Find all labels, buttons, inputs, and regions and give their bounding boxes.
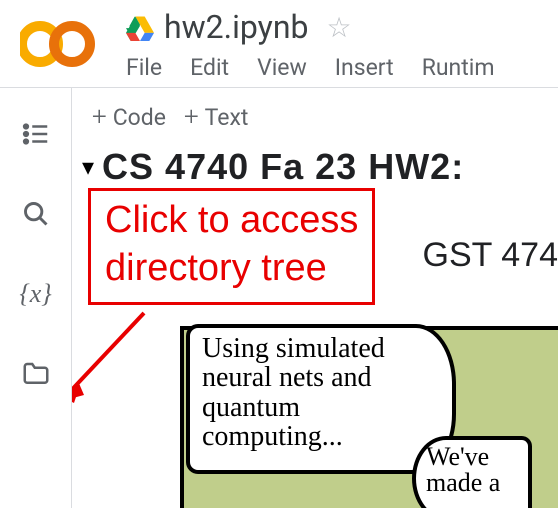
- title-row: hw2.ipynb ☆: [126, 8, 546, 46]
- drive-icon: [126, 13, 154, 41]
- gst-text: GST 474: [423, 236, 558, 275]
- callout-line2: directory tree: [105, 245, 358, 293]
- code-label: Code: [113, 104, 166, 131]
- header-right: hw2.ipynb ☆ File Edit View Insert Runtim: [126, 8, 546, 81]
- menu-runtime[interactable]: Runtim: [422, 54, 495, 81]
- menu-bar: File Edit View Insert Runtim: [126, 54, 546, 81]
- colab-logo-icon: [20, 18, 98, 74]
- add-text-button[interactable]: + Text: [184, 102, 248, 132]
- text-label: Text: [205, 104, 249, 131]
- annotation-arrow-icon: [72, 303, 164, 423]
- annotation-callout: Click to access directory tree: [88, 188, 375, 305]
- toc-icon[interactable]: [20, 118, 52, 150]
- speech-bubble-1: Using simulated neural nets and quantum …: [186, 324, 456, 474]
- menu-view[interactable]: View: [257, 54, 307, 81]
- section-header[interactable]: ▾ CS 4740 Fa 23 HW2:: [72, 146, 558, 188]
- add-code-button[interactable]: + Code: [92, 102, 166, 132]
- folder-icon[interactable]: [20, 358, 52, 390]
- cell-toolbar: + Code + Text: [72, 88, 558, 146]
- callout-line1: Click to access: [105, 197, 358, 245]
- plus-icon: +: [184, 102, 199, 132]
- section-title: CS 4740 Fa 23 HW2:: [102, 146, 464, 188]
- menu-file[interactable]: File: [126, 54, 162, 81]
- header: hw2.ipynb ☆ File Edit View Insert Runtim: [0, 0, 558, 81]
- speech-bubble-2: We've made a: [412, 436, 532, 508]
- star-icon[interactable]: ☆: [326, 11, 351, 44]
- plus-icon: +: [92, 102, 107, 132]
- search-icon[interactable]: [20, 198, 52, 230]
- content-area: + Code + Text ▾ CS 4740 Fa 23 HW2: Click…: [72, 88, 558, 508]
- left-rail: {x}: [0, 88, 72, 508]
- comic-image: Using simulated neural nets and quantum …: [180, 326, 558, 508]
- notebook-title[interactable]: hw2.ipynb: [164, 8, 308, 46]
- menu-insert[interactable]: Insert: [335, 54, 394, 81]
- variables-icon[interactable]: {x}: [20, 278, 52, 310]
- main-area: {x} + Code + Text ▾ CS 4740 Fa 23 HW2: C…: [0, 87, 558, 508]
- chevron-down-icon[interactable]: ▾: [82, 153, 94, 182]
- menu-edit[interactable]: Edit: [190, 54, 229, 81]
